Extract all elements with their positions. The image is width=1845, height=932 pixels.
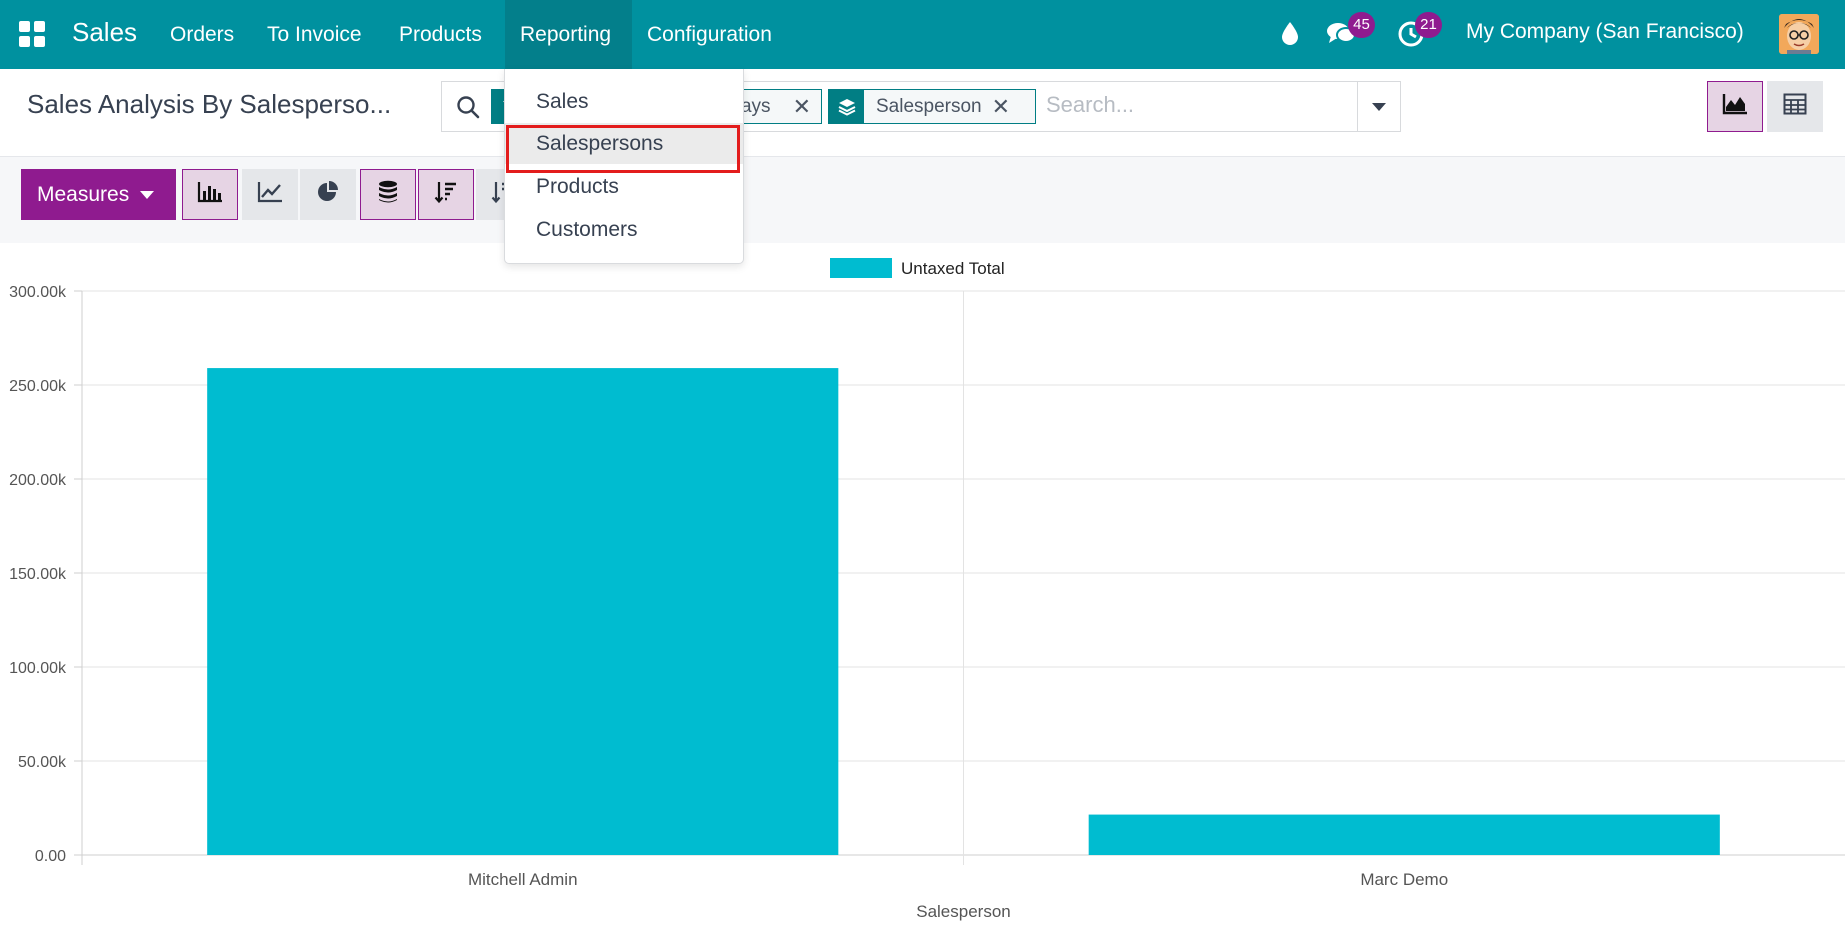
app-menu-icon[interactable]	[19, 21, 45, 47]
stacked-button[interactable]	[360, 169, 416, 220]
menu-reporting[interactable]: Reporting	[505, 0, 632, 69]
messages-count-badge: 45	[1348, 12, 1375, 38]
bar-marc-demo	[1088, 814, 1720, 855]
user-avatar[interactable]	[1779, 14, 1819, 54]
bar-chart-svg: 0.00 50.00k 100.00k 150.00k 200.00k 250.00k 30…	[9, 258, 1845, 921]
x-axis-label: Salesperson	[916, 902, 1011, 921]
measures-label: Measures	[37, 182, 130, 206]
y-tick-label: 200.00k	[9, 472, 67, 489]
menu-products[interactable]: Products	[399, 0, 482, 69]
x-tick-label: Mitchell Admin	[468, 870, 578, 889]
line-chart-button[interactable]	[242, 169, 298, 220]
table-grid-icon	[1783, 93, 1807, 120]
reporting-dropdown-menu: Sales Salespersons Products Customers	[504, 69, 744, 264]
search-icon[interactable]	[456, 95, 480, 124]
group-by-layers-icon	[829, 90, 864, 123]
bar-mitchell-admin	[207, 368, 839, 855]
menu-configuration[interactable]: Configuration	[647, 0, 772, 69]
reporting-menu-sales[interactable]: Sales	[505, 81, 743, 122]
x-tick-label: Marc Demo	[1360, 870, 1448, 889]
y-tick-label: 300.00k	[9, 284, 67, 301]
pie-chart-icon	[316, 180, 340, 209]
graph-toolbar: Measures	[0, 157, 1845, 243]
menu-orders[interactable]: Orders	[170, 0, 234, 69]
remove-facet-groupby-icon[interactable]: ✕	[992, 94, 1020, 120]
sort-descending-icon	[434, 180, 458, 209]
legend-label: Untaxed Total	[901, 259, 1005, 278]
control-panel: Sales Analysis By Salesperso... ays ✕ Sa…	[0, 69, 1845, 157]
pivot-view-button[interactable]	[1767, 81, 1823, 132]
search-input[interactable]	[1046, 92, 1346, 118]
y-tick-label: 0.00	[35, 848, 66, 865]
caret-down-icon	[1372, 102, 1386, 111]
activities-count-badge: 21	[1415, 12, 1442, 38]
bar-chart-icon	[197, 181, 223, 208]
sort-descending-button[interactable]	[418, 169, 474, 220]
measures-button[interactable]: Measures	[21, 169, 176, 220]
menu-to-invoice[interactable]: To Invoice	[267, 0, 362, 69]
remove-facet-filter-icon[interactable]: ✕	[771, 94, 821, 120]
bar-chart-button[interactable]	[182, 169, 238, 220]
graph-view-button[interactable]	[1707, 81, 1763, 132]
area-chart-icon	[1722, 93, 1748, 120]
top-navbar: Sales Orders To Invoice Products Reporti…	[0, 0, 1845, 69]
database-stack-icon	[377, 180, 399, 209]
facet-groupby-label: Salesperson	[876, 95, 982, 117]
sort-ascending-button[interactable]	[476, 169, 507, 220]
reporting-menu-products[interactable]: Products	[505, 166, 743, 207]
y-tick-label: 100.00k	[9, 660, 67, 677]
page-title: Sales Analysis By Salesperso...	[27, 89, 392, 119]
legend-swatch	[830, 258, 892, 278]
company-switcher[interactable]: My Company (San Francisco)	[1466, 20, 1744, 44]
y-tick-label: 50.00k	[18, 754, 67, 771]
pie-chart-button[interactable]	[300, 169, 356, 220]
search-facet-groupby: Salesperson ✕	[828, 89, 1036, 124]
reporting-menu-customers[interactable]: Customers	[505, 209, 743, 250]
search-options-toggle[interactable]	[1357, 82, 1400, 131]
caret-down-icon	[140, 190, 155, 199]
y-tick-label: 150.00k	[9, 566, 67, 583]
reporting-menu-salespersons[interactable]: Salespersons	[505, 123, 743, 164]
y-tick-label: 250.00k	[9, 378, 67, 395]
debug-drop-icon[interactable]	[1281, 21, 1299, 50]
line-chart-icon	[257, 181, 283, 208]
graph-chart: 0.00 50.00k 100.00k 150.00k 200.00k 250.00k 30…	[0, 243, 1845, 932]
app-brand[interactable]: Sales	[72, 17, 137, 48]
